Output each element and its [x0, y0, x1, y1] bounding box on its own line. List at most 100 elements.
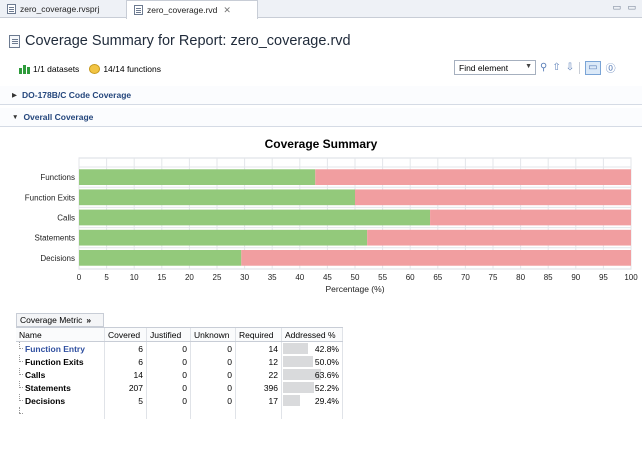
- addressed-value: 42.8%: [314, 343, 339, 354]
- search-icon[interactable]: ⚲: [540, 62, 547, 73]
- required-value: 22: [236, 368, 282, 381]
- minimize-maximize-icon[interactable]: ▭ ▭: [612, 2, 638, 13]
- chevron-down-icon[interactable]: ▼: [525, 63, 532, 70]
- editor-tab-strip: zero_coverage.rvsprj zero_coverage.rvd ✕…: [0, 0, 642, 19]
- covered-value: 6: [105, 342, 147, 355]
- unknown-value: 0: [191, 394, 236, 407]
- x-tick-label: 50: [351, 273, 360, 282]
- functions-count[interactable]: 14/14 functions: [103, 64, 161, 74]
- arrow-up-icon[interactable]: ⇧: [552, 62, 560, 73]
- column-header[interactable]: Unknown: [191, 328, 236, 341]
- x-tick-label: 5: [104, 273, 109, 282]
- x-tick-label: 60: [406, 273, 415, 282]
- page-title-text: Coverage Summary for Report: zero_covera…: [25, 33, 351, 49]
- unknown-value: 0: [191, 368, 236, 381]
- uncovered-bar: [367, 229, 631, 246]
- justified-value: 0: [147, 355, 191, 368]
- uncovered-bar: [355, 189, 631, 206]
- column-header[interactable]: Covered: [105, 328, 147, 341]
- double-chevron-icon[interactable]: »: [86, 315, 91, 325]
- unknown-value: 0: [191, 342, 236, 355]
- addressed-bar: [283, 395, 301, 406]
- y-category-label: Calls: [57, 214, 75, 223]
- addressed-cell: 50.0%: [282, 355, 343, 368]
- x-tick-label: 0: [77, 273, 82, 282]
- coverage-metric-header[interactable]: Coverage Metric »: [16, 313, 104, 327]
- functions-icon: [89, 64, 101, 74]
- covered-bar: [79, 169, 316, 186]
- section-overall-coverage[interactable]: ▼ Overall Coverage: [0, 108, 642, 127]
- column-header[interactable]: Name: [16, 328, 105, 341]
- addressed-bar: [283, 356, 313, 367]
- table-row[interactable]: Statements 207 0 0 396 52.2%: [16, 381, 343, 394]
- find-element-combo[interactable]: Find element ▼: [454, 60, 536, 75]
- tab-rvsprj[interactable]: zero_coverage.rvsprj: [0, 0, 120, 18]
- table-empty-row: [16, 407, 343, 419]
- metric-name: Function Entry: [16, 342, 105, 355]
- x-tick-label: 65: [433, 273, 442, 282]
- table-row[interactable]: Calls 14 0 0 22 63.6%: [16, 368, 343, 381]
- addressed-value: 52.2%: [314, 382, 339, 393]
- tab-label: zero_coverage.rvd: [147, 5, 218, 15]
- required-value: 17: [236, 394, 282, 407]
- covered-bar: [79, 229, 368, 246]
- collapse-icon[interactable]: ▼: [12, 114, 18, 121]
- x-tick-label: 75: [489, 273, 498, 282]
- table-row[interactable]: Function Exits 6 0 0 12 50.0%: [16, 355, 343, 368]
- x-tick-label: 20: [185, 273, 194, 282]
- x-tick-label: 35: [268, 273, 277, 282]
- document-icon: [7, 4, 16, 14]
- covered-value: 6: [105, 355, 147, 368]
- metric-name: Decisions: [16, 394, 105, 407]
- y-category-label: Functions: [40, 173, 75, 182]
- addressed-cell: 52.2%: [282, 381, 343, 394]
- x-tick-label: 70: [461, 273, 470, 282]
- covered-bar: [79, 249, 242, 266]
- datasets-count[interactable]: 1/1 datasets: [33, 64, 79, 74]
- coverage-metric-label: Coverage Metric: [20, 315, 83, 325]
- x-tick-label: 45: [323, 273, 332, 282]
- column-header[interactable]: Addressed %: [282, 328, 343, 341]
- covered-value: 14: [105, 368, 147, 381]
- covered-bar: [79, 209, 431, 226]
- table-header-row: Name Covered Justified Unknown Required …: [16, 327, 343, 342]
- section-label: Overall Coverage: [23, 112, 94, 122]
- find-element-value: Find element: [459, 62, 509, 73]
- y-category-label: Statements: [35, 234, 75, 243]
- x-axis-label: Percentage (%): [325, 284, 384, 294]
- unknown-value: 0: [191, 355, 236, 368]
- metric-name: Function Exits: [16, 355, 105, 368]
- required-value: 14: [236, 342, 282, 355]
- x-tick-label: 40: [295, 273, 304, 282]
- tab-rvd[interactable]: zero_coverage.rvd ✕: [126, 0, 258, 19]
- required-value: 12: [236, 355, 282, 368]
- justified-value: 0: [147, 381, 191, 394]
- tab-label: zero_coverage.rvsprj: [20, 4, 100, 14]
- x-tick-label: 15: [157, 273, 166, 282]
- x-tick-label: 100: [624, 273, 638, 282]
- x-tick-label: 95: [599, 273, 608, 282]
- covered-value: 207: [105, 381, 147, 394]
- x-tick-label: 10: [130, 273, 139, 282]
- column-header[interactable]: Required: [236, 328, 282, 341]
- addressed-value: 50.0%: [314, 356, 339, 367]
- x-tick-label: 90: [571, 273, 580, 282]
- addressed-bar: [283, 382, 314, 393]
- help-icon[interactable]: ⓪: [606, 60, 616, 75]
- uncovered-bar: [241, 249, 631, 266]
- table-row[interactable]: Function Entry 6 0 0 14 42.8%: [16, 342, 343, 355]
- addressed-cell: 63.6%: [282, 368, 343, 381]
- close-icon[interactable]: ✕: [223, 5, 231, 16]
- column-header[interactable]: Justified: [147, 328, 191, 341]
- x-tick-label: 80: [516, 273, 525, 282]
- section-do178-code-coverage[interactable]: ▶ DO-178B/C Code Coverage: [0, 86, 642, 105]
- info-row: 1/1 datasets 14/14 functions: [19, 64, 161, 74]
- expand-icon[interactable]: ▶: [12, 91, 17, 99]
- comment-icon[interactable]: ▭: [585, 60, 601, 75]
- toolbar: ⚲ ⇧ ⇩ ▭ ⓪: [540, 60, 616, 75]
- coverage-summary-chart: 0 5 10 15 20 25 30 35 40 45 50 55 60 65 70 75 80 85 90 95 10…: [25, 157, 638, 294]
- x-tick-label: 85: [544, 273, 553, 282]
- covered-bar: [79, 189, 355, 206]
- table-row[interactable]: Decisions 5 0 0 17 29.4%: [16, 394, 343, 407]
- arrow-down-icon[interactable]: ⇩: [566, 62, 574, 73]
